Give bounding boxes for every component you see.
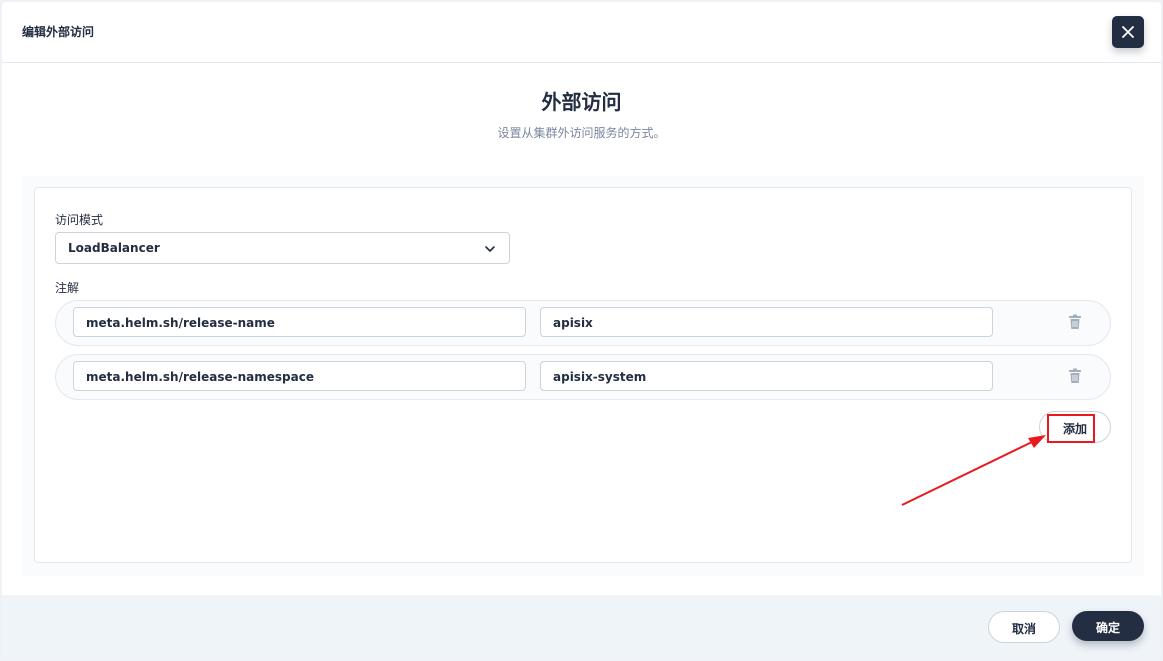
form-section: 访问模式 LoadBalancer 注解 meta.helm.sh/releas… (22, 176, 1144, 576)
confirm-button[interactable]: 确定 (1072, 611, 1144, 641)
cancel-button-label: 取消 (1011, 622, 1036, 636)
annotations-label: 注解 (55, 281, 80, 295)
trash-icon[interactable] (1068, 368, 1082, 384)
access-mode-value: LoadBalancer (68, 241, 160, 255)
edit-external-access-modal: 编辑外部访问 外部访问 设置从集群外访问服务的方式。 访问模式 LoadBala… (2, 2, 1161, 659)
modal-footer: 取消 确定 (2, 595, 1161, 659)
page-title: 外部访问 (541, 90, 622, 114)
chevron-down-icon (485, 246, 495, 252)
annotation-value-input[interactable]: apisix (540, 307, 993, 337)
close-button[interactable] (1112, 16, 1144, 48)
highlight-annotation-box (1047, 414, 1095, 443)
annotation-key-input[interactable]: meta.helm.sh/release-name (73, 307, 526, 337)
confirm-button-label: 确定 (1095, 621, 1120, 635)
page-description: 设置从集群外访问服务的方式。 (497, 126, 666, 140)
access-mode-select[interactable]: LoadBalancer (55, 232, 510, 264)
annotation-value-value: apisix-system (553, 370, 647, 384)
annotation-key-value: meta.helm.sh/release-namespace (86, 370, 314, 384)
trash-icon[interactable] (1068, 314, 1082, 330)
close-icon (1122, 26, 1134, 38)
modal-header: 编辑外部访问 (2, 2, 1161, 63)
cancel-button[interactable]: 取消 (988, 611, 1060, 643)
modal-title: 编辑外部访问 (22, 25, 95, 39)
annotation-row: meta.helm.sh/release-name apisix (55, 300, 1111, 346)
annotation-value-value: apisix (553, 316, 593, 330)
annotation-key-input[interactable]: meta.helm.sh/release-namespace (73, 361, 526, 391)
form-card: 访问模式 LoadBalancer 注解 meta.helm.sh/releas… (34, 187, 1132, 563)
access-mode-label: 访问模式 (55, 213, 104, 227)
annotation-value-input[interactable]: apisix-system (540, 361, 993, 391)
annotation-key-value: meta.helm.sh/release-name (86, 316, 275, 330)
annotation-row: meta.helm.sh/release-namespace apisix-sy… (55, 354, 1111, 400)
